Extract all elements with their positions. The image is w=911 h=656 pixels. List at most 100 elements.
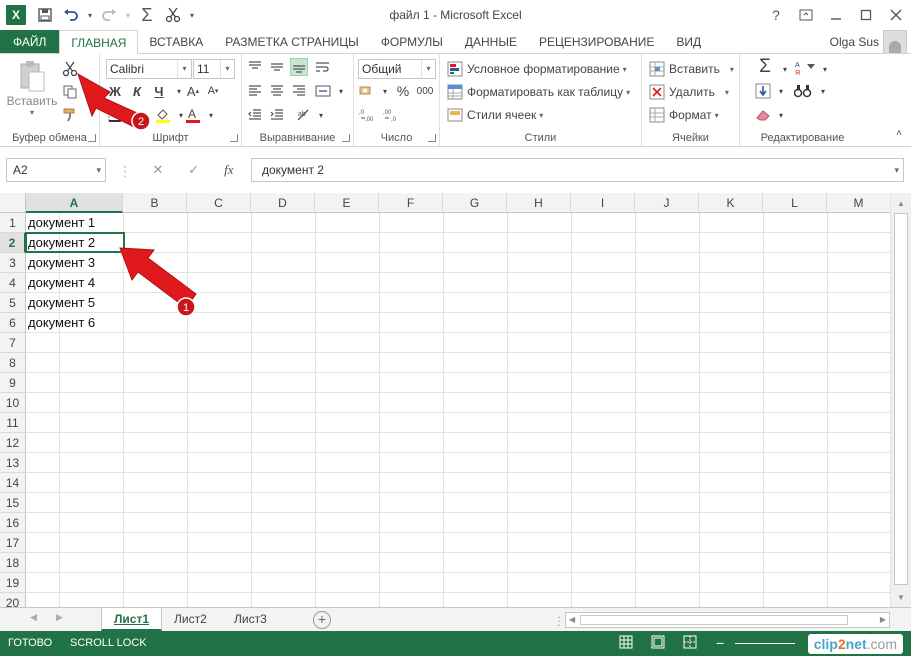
- row-header-8[interactable]: 8: [0, 353, 26, 373]
- scroll-up-icon[interactable]: ▲: [891, 195, 911, 211]
- percent-button[interactable]: %: [394, 82, 412, 100]
- row-header-3[interactable]: 3: [0, 253, 26, 273]
- row-header-15[interactable]: 15: [0, 493, 26, 513]
- align-right-icon[interactable]: [290, 82, 308, 100]
- autosum-icon[interactable]: Σ: [134, 2, 160, 28]
- row-header-4[interactable]: 4: [0, 273, 26, 293]
- column-header-e[interactable]: E: [315, 193, 379, 213]
- font-color-dropdown-icon[interactable]: ▾: [202, 106, 220, 124]
- tab-review[interactable]: РЕЦЕНЗИРОВАНИЕ: [528, 30, 665, 54]
- scroll-left-icon[interactable]: ◀: [569, 613, 575, 627]
- undo-dropdown-icon[interactable]: ▾: [84, 2, 96, 28]
- format-painter-button[interactable]: [61, 106, 79, 124]
- sheet-tab-1[interactable]: Лист1: [101, 608, 163, 632]
- borders-icon[interactable]: [106, 106, 124, 124]
- customize-qat-icon[interactable]: ▾: [186, 2, 198, 28]
- sheet-prev-icon[interactable]: ◀: [30, 612, 37, 623]
- font-color-icon[interactable]: A: [184, 106, 202, 124]
- sort-filter-icon[interactable]: AЯ: [794, 59, 818, 77]
- currency-icon[interactable]: [358, 82, 376, 100]
- column-header-h[interactable]: H: [507, 193, 571, 213]
- cell-a1[interactable]: документ 1: [28, 213, 95, 233]
- italic-button[interactable]: К: [128, 82, 146, 100]
- column-header-m[interactable]: M: [827, 193, 890, 213]
- underline-button[interactable]: Ч: [150, 82, 168, 100]
- orientation-icon[interactable]: ab: [294, 106, 312, 124]
- autosum-dropdown-icon[interactable]: ▾: [776, 60, 794, 78]
- find-select-icon[interactable]: [794, 82, 812, 100]
- column-header-d[interactable]: D: [251, 193, 315, 213]
- undo-icon[interactable]: [58, 2, 84, 28]
- align-top-icon[interactable]: [246, 58, 264, 76]
- align-middle-icon[interactable]: [268, 58, 286, 76]
- merge-center-icon[interactable]: [314, 82, 332, 100]
- formula-input[interactable]: документ 2 ▾: [251, 158, 904, 182]
- tab-data[interactable]: ДАННЫЕ: [454, 30, 528, 54]
- sort-dropdown-icon[interactable]: ▾: [816, 60, 834, 78]
- font-name-combo[interactable]: Calibri ▾: [106, 59, 192, 79]
- delete-cells-button[interactable]: Удалить ▾: [648, 83, 729, 101]
- fill-icon[interactable]: [754, 82, 772, 100]
- column-header-b[interactable]: B: [123, 193, 187, 213]
- row-header-13[interactable]: 13: [0, 453, 26, 473]
- page-break-view-icon[interactable]: [682, 635, 698, 651]
- copy-button[interactable]: [61, 83, 79, 101]
- row-header-14[interactable]: 14: [0, 473, 26, 493]
- align-bottom-icon[interactable]: [290, 58, 308, 76]
- row-header-6[interactable]: 6: [0, 313, 26, 333]
- sheet-tab-3[interactable]: Лист3: [222, 608, 279, 632]
- sheet-tab-2[interactable]: Лист2: [162, 608, 219, 632]
- row-header-18[interactable]: 18: [0, 553, 26, 573]
- scroll-down-icon[interactable]: ▼: [891, 589, 911, 605]
- fill-dropdown-icon[interactable]: ▾: [772, 82, 790, 100]
- thousands-button[interactable]: 000: [414, 82, 436, 100]
- column-header-k[interactable]: K: [699, 193, 763, 213]
- cell-a5[interactable]: документ 5: [28, 293, 95, 313]
- column-header-c[interactable]: C: [187, 193, 251, 213]
- orientation-dropdown-icon[interactable]: ▾: [312, 106, 330, 124]
- cancel-entry-icon[interactable]: ✕: [152, 162, 163, 178]
- decrease-indent-icon[interactable]: [246, 106, 264, 124]
- cell-a3[interactable]: документ 3: [28, 253, 95, 273]
- clear-icon[interactable]: [754, 106, 772, 124]
- font-launcher-icon[interactable]: [230, 134, 238, 142]
- close-icon[interactable]: [881, 0, 911, 30]
- ribbon-display-icon[interactable]: [791, 0, 821, 30]
- font-size-combo[interactable]: 11 ▾: [193, 59, 235, 79]
- cut-icon[interactable]: [160, 2, 186, 28]
- minimize-icon[interactable]: [821, 0, 851, 30]
- increase-decimal-icon[interactable]: ,0,00: [358, 106, 380, 124]
- paste-button[interactable]: Вставить ▾: [7, 60, 57, 117]
- increase-font-icon[interactable]: A ▴: [184, 82, 202, 100]
- select-all-corner[interactable]: [0, 193, 26, 213]
- zoom-slider[interactable]: [735, 643, 795, 644]
- wrap-text-icon[interactable]: [314, 58, 332, 76]
- row-header-5[interactable]: 5: [0, 293, 26, 313]
- add-sheet-icon[interactable]: +: [313, 611, 331, 629]
- bold-button[interactable]: Ж: [106, 82, 124, 100]
- user-name[interactable]: Olga Sus: [830, 30, 879, 54]
- clear-dropdown-icon[interactable]: ▾: [772, 106, 790, 124]
- page-layout-view-icon[interactable]: [650, 635, 666, 651]
- row-header-1[interactable]: 1: [0, 213, 26, 233]
- tab-split-grip-icon[interactable]: ⋮: [553, 614, 565, 628]
- currency-dropdown-icon[interactable]: ▾: [376, 82, 394, 100]
- decrease-decimal-icon[interactable]: ,00,0: [382, 106, 404, 124]
- sheet-next-icon[interactable]: ▶: [56, 612, 63, 623]
- column-header-f[interactable]: F: [379, 193, 443, 213]
- zoom-out-icon[interactable]: −: [716, 635, 724, 651]
- tab-page-layout[interactable]: РАЗМЕТКА СТРАНИЦЫ: [214, 30, 370, 54]
- cell-a4[interactable]: документ 4: [28, 273, 95, 293]
- fill-color-icon[interactable]: [154, 106, 172, 124]
- number-format-combo[interactable]: Общий ▾: [358, 59, 436, 79]
- cell-area[interactable]: [26, 213, 890, 607]
- column-header-i[interactable]: I: [571, 193, 635, 213]
- decrease-font-icon[interactable]: A ▾: [204, 82, 222, 100]
- row-header-10[interactable]: 10: [0, 393, 26, 413]
- column-header-a[interactable]: A: [26, 193, 123, 213]
- cell-a6[interactable]: документ 6: [28, 313, 95, 333]
- horizontal-scroll-thumb[interactable]: [580, 615, 848, 625]
- restore-icon[interactable]: [851, 0, 881, 30]
- collapse-ribbon-icon[interactable]: ˄: [890, 124, 908, 142]
- row-header-7[interactable]: 7: [0, 333, 26, 353]
